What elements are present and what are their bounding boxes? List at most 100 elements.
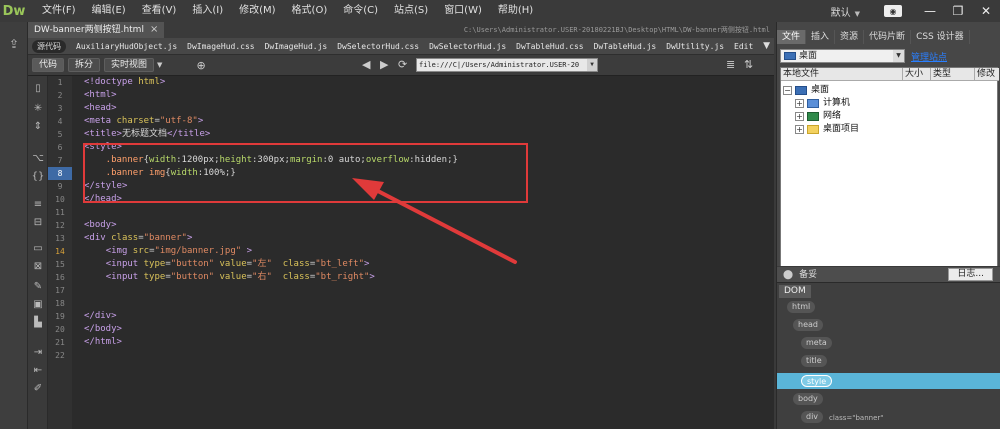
file-management-icon[interactable]: ⇅: [744, 58, 753, 71]
menu-commands[interactable]: 命令(C): [335, 0, 386, 22]
collapse-tag-icon[interactable]: ✳: [31, 102, 45, 116]
tab-insert[interactable]: 插入: [806, 30, 836, 44]
expand-icon[interactable]: +: [795, 99, 804, 108]
site-select[interactable]: 桌面 ▼: [780, 49, 905, 63]
expand-icon[interactable]: +: [795, 125, 804, 134]
open-documents-icon[interactable]: ▯: [31, 82, 45, 96]
tree-item-network[interactable]: + 网络: [795, 110, 841, 123]
forward-icon[interactable]: ▶: [380, 58, 388, 71]
code-line[interactable]: <!doctype html>: [84, 76, 165, 89]
document-tab[interactable]: DW-banner两侧按钮.html ×: [28, 22, 165, 38]
manage-site-link[interactable]: 管理站点: [911, 50, 947, 63]
code-line[interactable]: <meta charset="utf-8">: [84, 115, 203, 128]
menu-help[interactable]: 帮助(H): [490, 0, 541, 22]
tab-css-designer[interactable]: CSS 设计器: [911, 30, 970, 44]
extract-icon[interactable]: ⇪: [6, 36, 22, 52]
code-line[interactable]: <title>无标题文档</title>: [84, 128, 210, 141]
related-file[interactable]: DwTableHud.js: [594, 42, 657, 51]
balance-braces-icon[interactable]: {}: [31, 170, 45, 184]
outdent-code-icon[interactable]: ⇤: [31, 364, 45, 378]
move-css-icon[interactable]: ▙: [31, 316, 45, 330]
tab-assets[interactable]: 资源: [835, 30, 865, 44]
code-line[interactable]: <input type="button" value="右" class="bt…: [84, 271, 375, 284]
filter-icon[interactable]: ▼: [763, 38, 770, 54]
highlight-invalid-icon[interactable]: ⊟: [31, 216, 45, 230]
code-line[interactable]: <body>: [84, 219, 117, 232]
code-line[interactable]: <html>: [84, 89, 117, 102]
menu-modify[interactable]: 修改(M): [231, 0, 283, 22]
menu-window[interactable]: 窗口(W): [436, 0, 490, 22]
maximize-button[interactable]: ❐: [944, 0, 972, 22]
recent-snippets-icon[interactable]: ▣: [31, 298, 45, 312]
format-source-icon[interactable]: ✐: [31, 382, 45, 396]
dom-node-head[interactable]: head: [793, 319, 823, 331]
menu-edit[interactable]: 编辑(E): [84, 0, 134, 22]
column-modified[interactable]: 修改: [975, 68, 999, 81]
code-lines[interactable]: <!doctype html> <html> <head> <meta char…: [76, 76, 766, 429]
remove-comment-icon[interactable]: ⊠: [31, 260, 45, 274]
code-line[interactable]: <input type="button" value="左" class="bt…: [84, 258, 370, 271]
dom-node-body[interactable]: body: [793, 393, 823, 405]
column-local-files[interactable]: 本地文件: [781, 68, 903, 81]
code-line[interactable]: </div>: [84, 310, 117, 323]
apply-comment-icon[interactable]: ▭: [31, 242, 45, 256]
menu-file[interactable]: 文件(F): [34, 0, 84, 22]
log-button[interactable]: 日志...: [948, 268, 993, 281]
code-line[interactable]: <div class="banner">: [84, 232, 192, 245]
menu-site[interactable]: 站点(S): [386, 0, 436, 22]
expand-icon[interactable]: +: [795, 112, 804, 121]
dom-node-style[interactable]: style: [801, 375, 833, 387]
indent-code-icon[interactable]: ⇥: [31, 346, 45, 360]
related-file[interactable]: DwUtility.js: [666, 42, 724, 51]
wrap-tag-icon[interactable]: ✎: [31, 280, 45, 294]
dom-node-div[interactable]: div: [801, 411, 824, 423]
chevron-down-icon[interactable]: ▼: [893, 50, 904, 62]
related-file[interactable]: AuxiliaryHudObject.js: [76, 42, 177, 51]
workspace-switcher[interactable]: 默认 ▼: [831, 4, 860, 19]
tree-item-desktop-items[interactable]: + 桌面项目: [795, 123, 859, 136]
dom-node-title[interactable]: title: [801, 355, 827, 367]
source-code-button[interactable]: 源代码: [32, 39, 66, 53]
column-type[interactable]: 类型: [931, 68, 975, 81]
select-parent-icon[interactable]: ⌥: [31, 152, 45, 166]
close-button[interactable]: ✕: [972, 0, 1000, 22]
code-view-button[interactable]: 代码: [32, 58, 65, 72]
dropdown-arrow-icon[interactable]: ▼: [157, 61, 162, 69]
code-line[interactable]: </body>: [84, 323, 122, 336]
code-line[interactable]: </html>: [84, 336, 122, 349]
dom-node-html[interactable]: html: [787, 301, 816, 313]
related-file[interactable]: DwSelectorHud.js: [429, 42, 506, 51]
related-file[interactable]: Edit: [734, 42, 753, 51]
address-field[interactable]: file:///C|/Users/Administrator.USER-20 ▼: [416, 58, 598, 72]
address-dropdown-icon[interactable]: ▼: [587, 59, 597, 71]
line-numbers-icon[interactable]: ≡: [31, 198, 45, 212]
code-editor[interactable]: ▯ ✳ ⇕ ⌥ {} ≡ ⊟ ▭ ⊠ ✎ ▣ ▙ ⇥ ⇤ ✐ 1 2 3 4 5…: [28, 76, 774, 429]
collapse-icon[interactable]: −: [783, 86, 792, 95]
related-file[interactable]: DwTableHud.css: [516, 42, 583, 51]
code-line[interactable]: <head>: [84, 102, 117, 115]
minimize-button[interactable]: —: [916, 0, 944, 22]
tab-dom[interactable]: DOM: [779, 285, 811, 298]
code-line[interactable]: <img src="img/banner.jpg" >: [84, 245, 252, 258]
column-size[interactable]: 大小: [903, 68, 931, 81]
sync-settings-icon[interactable]: ◉: [884, 5, 902, 17]
split-view-button[interactable]: 拆分: [68, 58, 101, 72]
tab-snippets[interactable]: 代码片断: [864, 30, 912, 44]
related-file[interactable]: DwImageHud.js: [265, 42, 328, 51]
menu-insert[interactable]: 插入(I): [184, 0, 231, 22]
menu-format[interactable]: 格式(O): [284, 0, 336, 22]
dom-node-meta[interactable]: meta: [801, 337, 832, 349]
tab-files[interactable]: 文件: [777, 30, 807, 44]
related-file[interactable]: DwSelectorHud.css: [337, 42, 419, 51]
live-view-button[interactable]: 实时视图: [104, 58, 155, 72]
tree-item-computer[interactable]: + 计算机: [795, 97, 850, 110]
expand-all-icon[interactable]: ⇕: [31, 120, 45, 134]
inspect-icon[interactable]: ⊕: [196, 59, 205, 72]
menu-view[interactable]: 查看(V): [134, 0, 185, 22]
back-icon[interactable]: ◀: [362, 58, 370, 71]
tree-item-desktop[interactable]: − 桌面: [783, 84, 829, 97]
close-tab-icon[interactable]: ×: [150, 22, 158, 38]
related-file[interactable]: DwImageHud.css: [187, 42, 254, 51]
options-icon[interactable]: ≣: [726, 58, 735, 71]
refresh-icon[interactable]: ⟳: [398, 58, 407, 71]
